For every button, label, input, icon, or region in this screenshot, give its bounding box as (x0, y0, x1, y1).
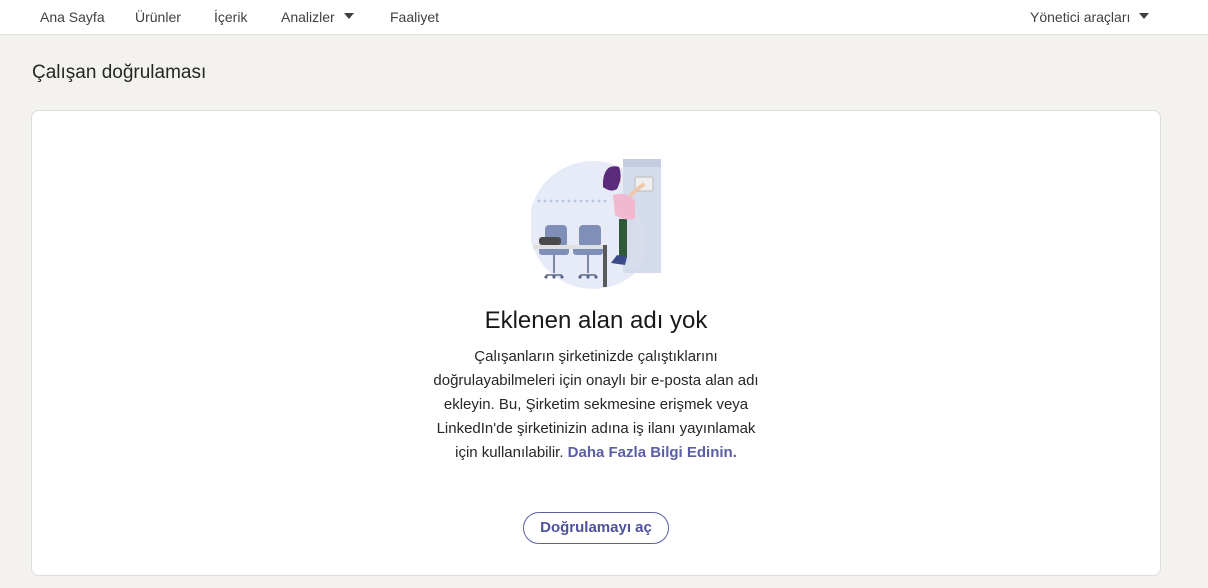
empty-state-card: Eklenen alan adı yok Çalışanların şirket… (31, 110, 1161, 576)
caret-down-icon (1139, 13, 1150, 20)
nav-admin-tools[interactable]: Yönetici araçları (1030, 0, 1150, 35)
empty-state-description: Çalışanların şirketinizde çalıştıklarını… (431, 345, 761, 465)
nav-admin-tools-label: Yönetici araçları (1030, 9, 1131, 25)
nav-analytics-label: Analizler (281, 9, 335, 25)
office-worker-illustration (531, 159, 661, 289)
caret-down-icon (343, 13, 354, 20)
nav-activity[interactable]: Faaliyet (390, 0, 439, 35)
learn-more-link[interactable]: Daha Fazla Bilgi Edinin. (568, 444, 737, 461)
top-navigation: Ana Sayfa Ürünler İçerik Analizler Faali… (0, 0, 1208, 35)
enable-verification-button[interactable]: Doğrulamayı aç (523, 512, 669, 544)
page-title: Çalışan doğrulaması (32, 62, 207, 83)
nav-products[interactable]: Ürünler (135, 0, 181, 35)
nav-content[interactable]: İçerik (214, 0, 247, 35)
nav-home[interactable]: Ana Sayfa (40, 0, 105, 35)
empty-state-title: Eklenen alan adı yok (484, 307, 708, 334)
nav-analytics[interactable]: Analizler (281, 0, 354, 35)
